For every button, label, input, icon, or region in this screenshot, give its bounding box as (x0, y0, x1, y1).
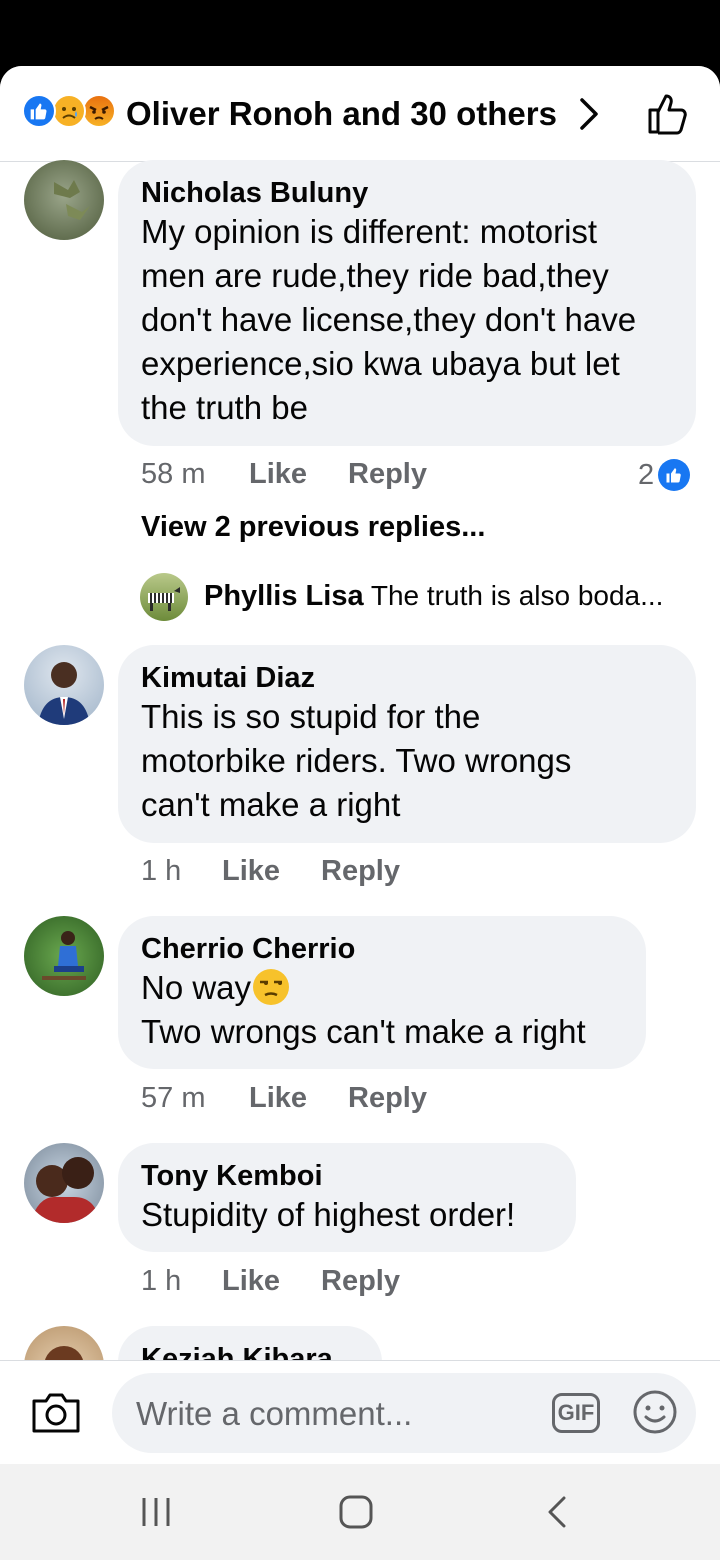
system-nav-bar (0, 1464, 720, 1560)
recent-apps-icon[interactable] (140, 1496, 172, 1528)
like-icon (658, 459, 691, 491)
reactions-summary[interactable]: Oliver Ronoh and 30 others (126, 95, 557, 133)
avatar[interactable] (24, 645, 104, 725)
reply-comment-button[interactable]: Reply (321, 1265, 400, 1298)
comment-text-line: men are rude,they ride bad,they (141, 257, 609, 294)
reply-comment-button[interactable]: Reply (348, 1082, 427, 1115)
comment-input[interactable]: Write a comment... GIF (112, 1373, 696, 1453)
reactions-header[interactable]: Oliver Ronoh and 30 others (0, 66, 720, 162)
emoji-icon[interactable] (632, 1389, 678, 1435)
like-comment-button[interactable]: Like (222, 1265, 280, 1298)
like-icon (22, 94, 56, 128)
comment-text-line: can't make a right (141, 786, 401, 823)
comment-timestamp: 1 h (141, 1265, 182, 1297)
comment-text-line: Stupidity of highest order! (141, 1196, 516, 1233)
comment-author[interactable]: Kimutai Diaz (141, 662, 315, 695)
avatar[interactable] (24, 1143, 104, 1223)
avatar[interactable] (24, 916, 104, 996)
back-icon[interactable] (544, 1494, 570, 1530)
view-previous-replies[interactable]: View 2 previous replies... (141, 511, 485, 544)
angry-icon (82, 94, 116, 128)
comment-text-line: This is so stupid for the (141, 698, 481, 735)
comment-reaction-count[interactable]: 2 (638, 457, 691, 493)
reaction-icons (22, 94, 122, 130)
comment-text-line: motorbike riders. Two wrongs (141, 742, 572, 779)
comment-text-line: My opinion is different: motorist (141, 213, 598, 250)
avatar[interactable] (140, 573, 188, 621)
comment-text-line: Two wrongs can't make a right (141, 1013, 586, 1050)
reaction-count-value: 2 (638, 458, 655, 491)
home-icon[interactable] (338, 1494, 374, 1530)
sad-icon (52, 94, 86, 128)
reply-text: The truth is also boda... (370, 580, 664, 611)
comment-bubble[interactable]: Cherrio Cherrio No way Two wrongs can't … (118, 916, 646, 1069)
gif-button[interactable]: GIF (552, 1393, 600, 1433)
reply-comment-button[interactable]: Reply (321, 855, 400, 888)
comment-composer: Write a comment... GIF (0, 1360, 720, 1464)
comments-sheet: Oliver Ronoh and 30 others Nicholas Bulu… (0, 66, 720, 1464)
reply-author[interactable]: Phyllis Lisa (204, 580, 364, 612)
comment-author[interactable]: Cherrio Cherrio (141, 933, 355, 966)
status-bar (0, 0, 720, 66)
comment-timestamp: 57 m (141, 1082, 206, 1114)
comment-placeholder: Write a comment... (136, 1395, 413, 1432)
comment-text-line: the truth be (141, 389, 308, 426)
comment-text-line: don't have license,they don't have (141, 301, 637, 338)
like-button-icon[interactable] (644, 90, 692, 138)
unamused-face-emoji (253, 969, 290, 1005)
comment-text-line: No way (141, 966, 291, 1010)
like-comment-button[interactable]: Like (249, 458, 307, 491)
comment-author[interactable]: Nicholas Buluny (141, 177, 368, 210)
comment-bubble[interactable]: Tony Kemboi Stupidity of highest order! (118, 1143, 576, 1252)
like-comment-button[interactable]: Like (222, 855, 280, 888)
comment-bubble[interactable]: Nicholas Buluny My opinion is different:… (118, 160, 696, 446)
comment-timestamp: 58 m (141, 458, 206, 490)
reply-comment-button[interactable]: Reply (348, 458, 427, 491)
chevron-right-icon[interactable] (574, 94, 604, 134)
reply-preview[interactable]: Phyllis Lisa The truth is also boda... (204, 580, 674, 613)
comment-author[interactable]: Tony Kemboi (141, 1160, 323, 1193)
like-comment-button[interactable]: Like (249, 1082, 307, 1115)
camera-icon[interactable] (30, 1389, 82, 1437)
comment-text: No way (141, 969, 252, 1006)
avatar[interactable] (24, 160, 104, 240)
comment-text-line: experience,sio kwa ubaya but let (141, 345, 620, 382)
comment-bubble[interactable]: Kimutai Diaz This is so stupid for the m… (118, 645, 696, 843)
comment-timestamp: 1 h (141, 855, 182, 887)
